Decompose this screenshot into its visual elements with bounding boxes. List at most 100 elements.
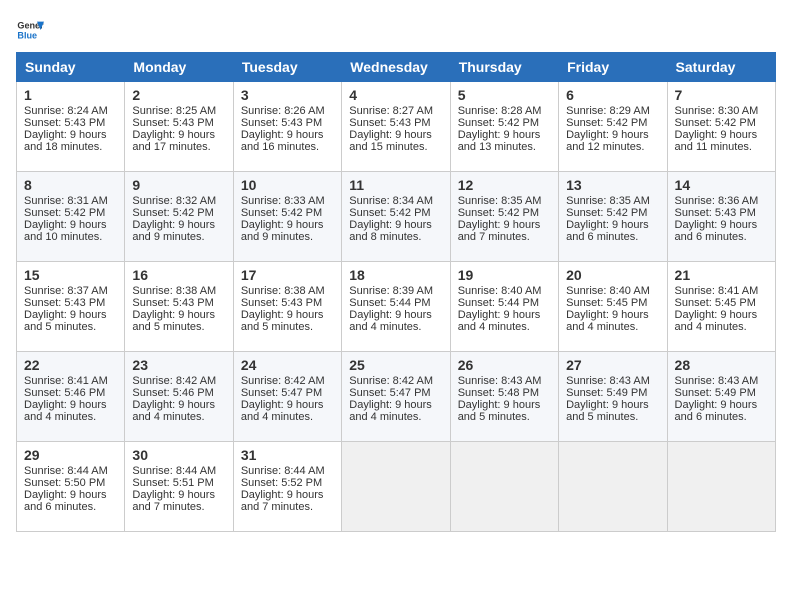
daylight-label: Daylight: 9 hours and 6 minutes. <box>24 489 107 513</box>
day-number: 18 <box>349 267 442 283</box>
sunset-label: Sunset: 5:43 PM <box>241 297 322 309</box>
day-number: 20 <box>566 267 659 283</box>
sunset-label: Sunset: 5:42 PM <box>24 207 105 219</box>
calendar-week-3: 15 Sunrise: 8:37 AM Sunset: 5:43 PM Dayl… <box>17 262 776 352</box>
daylight-label: Daylight: 9 hours and 8 minutes. <box>349 219 432 243</box>
sunset-label: Sunset: 5:44 PM <box>349 297 430 309</box>
day-number: 14 <box>675 177 768 193</box>
calendar-cell: 31 Sunrise: 8:44 AM Sunset: 5:52 PM Dayl… <box>233 442 341 532</box>
sunrise-label: Sunrise: 8:37 AM <box>24 285 108 297</box>
daylight-label: Daylight: 9 hours and 4 minutes. <box>349 399 432 423</box>
calendar-cell: 17 Sunrise: 8:38 AM Sunset: 5:43 PM Dayl… <box>233 262 341 352</box>
sunrise-label: Sunrise: 8:38 AM <box>132 285 216 297</box>
sunrise-label: Sunrise: 8:33 AM <box>241 195 325 207</box>
sunrise-label: Sunrise: 8:25 AM <box>132 105 216 117</box>
sunset-label: Sunset: 5:46 PM <box>24 387 105 399</box>
sunset-label: Sunset: 5:43 PM <box>132 117 213 129</box>
calendar-cell: 16 Sunrise: 8:38 AM Sunset: 5:43 PM Dayl… <box>125 262 233 352</box>
day-number: 11 <box>349 177 442 193</box>
sunset-label: Sunset: 5:43 PM <box>132 297 213 309</box>
daylight-label: Daylight: 9 hours and 18 minutes. <box>24 129 107 153</box>
sunrise-label: Sunrise: 8:44 AM <box>132 465 216 477</box>
calendar-cell: 22 Sunrise: 8:41 AM Sunset: 5:46 PM Dayl… <box>17 352 125 442</box>
sunset-label: Sunset: 5:43 PM <box>241 117 322 129</box>
calendar-cell: 14 Sunrise: 8:36 AM Sunset: 5:43 PM Dayl… <box>667 172 775 262</box>
calendar-header-tuesday: Tuesday <box>233 53 341 82</box>
calendar-cell: 19 Sunrise: 8:40 AM Sunset: 5:44 PM Dayl… <box>450 262 558 352</box>
sunrise-label: Sunrise: 8:32 AM <box>132 195 216 207</box>
daylight-label: Daylight: 9 hours and 5 minutes. <box>566 399 649 423</box>
calendar-body: 1 Sunrise: 8:24 AM Sunset: 5:43 PM Dayli… <box>17 82 776 532</box>
calendar-cell <box>450 442 558 532</box>
sunset-label: Sunset: 5:50 PM <box>24 477 105 489</box>
calendar-cell: 21 Sunrise: 8:41 AM Sunset: 5:45 PM Dayl… <box>667 262 775 352</box>
daylight-label: Daylight: 9 hours and 4 minutes. <box>458 309 541 333</box>
day-number: 31 <box>241 447 334 463</box>
sunset-label: Sunset: 5:52 PM <box>241 477 322 489</box>
daylight-label: Daylight: 9 hours and 4 minutes. <box>24 399 107 423</box>
day-number: 9 <box>132 177 225 193</box>
sunrise-label: Sunrise: 8:40 AM <box>566 285 650 297</box>
sunset-label: Sunset: 5:43 PM <box>349 117 430 129</box>
sunset-label: Sunset: 5:42 PM <box>458 207 539 219</box>
daylight-label: Daylight: 9 hours and 7 minutes. <box>241 489 324 513</box>
sunrise-label: Sunrise: 8:41 AM <box>675 285 759 297</box>
page-header: General Blue <box>16 16 776 44</box>
calendar-cell: 26 Sunrise: 8:43 AM Sunset: 5:48 PM Dayl… <box>450 352 558 442</box>
sunset-label: Sunset: 5:42 PM <box>132 207 213 219</box>
calendar-week-2: 8 Sunrise: 8:31 AM Sunset: 5:42 PM Dayli… <box>17 172 776 262</box>
calendar-week-1: 1 Sunrise: 8:24 AM Sunset: 5:43 PM Dayli… <box>17 82 776 172</box>
daylight-label: Daylight: 9 hours and 13 minutes. <box>458 129 541 153</box>
day-number: 12 <box>458 177 551 193</box>
daylight-label: Daylight: 9 hours and 4 minutes. <box>566 309 649 333</box>
calendar-cell: 27 Sunrise: 8:43 AM Sunset: 5:49 PM Dayl… <box>559 352 667 442</box>
calendar-week-4: 22 Sunrise: 8:41 AM Sunset: 5:46 PM Dayl… <box>17 352 776 442</box>
calendar-cell: 9 Sunrise: 8:32 AM Sunset: 5:42 PM Dayli… <box>125 172 233 262</box>
sunrise-label: Sunrise: 8:43 AM <box>675 375 759 387</box>
sunset-label: Sunset: 5:42 PM <box>566 117 647 129</box>
daylight-label: Daylight: 9 hours and 9 minutes. <box>241 219 324 243</box>
day-number: 23 <box>132 357 225 373</box>
daylight-label: Daylight: 9 hours and 16 minutes. <box>241 129 324 153</box>
calendar-cell: 2 Sunrise: 8:25 AM Sunset: 5:43 PM Dayli… <box>125 82 233 172</box>
calendar-cell: 15 Sunrise: 8:37 AM Sunset: 5:43 PM Dayl… <box>17 262 125 352</box>
day-number: 3 <box>241 87 334 103</box>
daylight-label: Daylight: 9 hours and 4 minutes. <box>349 309 432 333</box>
day-number: 30 <box>132 447 225 463</box>
sunset-label: Sunset: 5:48 PM <box>458 387 539 399</box>
sunset-label: Sunset: 5:46 PM <box>132 387 213 399</box>
daylight-label: Daylight: 9 hours and 4 minutes. <box>132 399 215 423</box>
calendar-header-monday: Monday <box>125 53 233 82</box>
day-number: 16 <box>132 267 225 283</box>
daylight-label: Daylight: 9 hours and 6 minutes. <box>675 219 758 243</box>
daylight-label: Daylight: 9 hours and 4 minutes. <box>241 399 324 423</box>
sunset-label: Sunset: 5:43 PM <box>675 207 756 219</box>
day-number: 10 <box>241 177 334 193</box>
calendar-cell: 11 Sunrise: 8:34 AM Sunset: 5:42 PM Dayl… <box>342 172 450 262</box>
day-number: 6 <box>566 87 659 103</box>
daylight-label: Daylight: 9 hours and 5 minutes. <box>458 399 541 423</box>
calendar-header-sunday: Sunday <box>17 53 125 82</box>
daylight-label: Daylight: 9 hours and 10 minutes. <box>24 219 107 243</box>
sunset-label: Sunset: 5:45 PM <box>566 297 647 309</box>
calendar-week-5: 29 Sunrise: 8:44 AM Sunset: 5:50 PM Dayl… <box>17 442 776 532</box>
calendar-cell: 24 Sunrise: 8:42 AM Sunset: 5:47 PM Dayl… <box>233 352 341 442</box>
sunrise-label: Sunrise: 8:42 AM <box>241 375 325 387</box>
sunrise-label: Sunrise: 8:29 AM <box>566 105 650 117</box>
sunrise-label: Sunrise: 8:31 AM <box>24 195 108 207</box>
daylight-label: Daylight: 9 hours and 7 minutes. <box>458 219 541 243</box>
sunrise-label: Sunrise: 8:40 AM <box>458 285 542 297</box>
calendar-cell: 13 Sunrise: 8:35 AM Sunset: 5:42 PM Dayl… <box>559 172 667 262</box>
sunset-label: Sunset: 5:42 PM <box>349 207 430 219</box>
day-number: 1 <box>24 87 117 103</box>
calendar-header-row: SundayMondayTuesdayWednesdayThursdayFrid… <box>17 53 776 82</box>
calendar-cell <box>559 442 667 532</box>
calendar-cell: 7 Sunrise: 8:30 AM Sunset: 5:42 PM Dayli… <box>667 82 775 172</box>
sunrise-label: Sunrise: 8:42 AM <box>349 375 433 387</box>
calendar-cell <box>342 442 450 532</box>
sunrise-label: Sunrise: 8:36 AM <box>675 195 759 207</box>
day-number: 17 <box>241 267 334 283</box>
daylight-label: Daylight: 9 hours and 11 minutes. <box>675 129 758 153</box>
calendar-header-wednesday: Wednesday <box>342 53 450 82</box>
sunrise-label: Sunrise: 8:28 AM <box>458 105 542 117</box>
